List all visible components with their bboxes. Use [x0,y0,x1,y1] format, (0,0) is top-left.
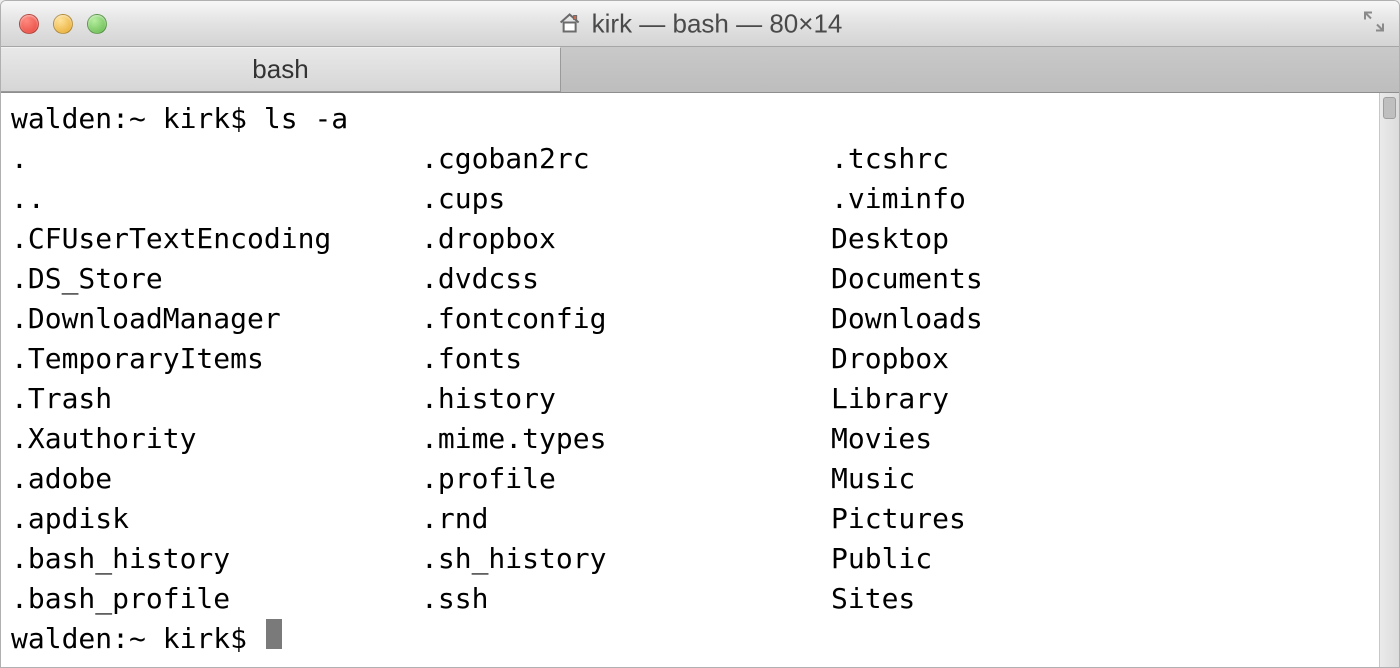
file-entry: .cups [421,179,831,219]
window-title: kirk — bash — 80×14 [558,8,843,39]
minimize-button[interactable] [53,14,73,34]
file-entry: .bash_profile [11,579,421,619]
file-entry: Desktop [831,219,949,259]
tab-bash[interactable]: bash [1,47,561,92]
file-entry: .history [421,379,831,419]
listing-row: .DS_Store.dvdcssDocuments [11,259,1371,299]
titlebar[interactable]: kirk — bash — 80×14 [1,1,1399,47]
scrollbar[interactable] [1379,93,1399,667]
tab-bar: bash [1,47,1399,93]
file-entry: .mime.types [421,419,831,459]
listing-row: ...cups.viminfo [11,179,1371,219]
file-entry: .fontconfig [421,299,831,339]
file-entry: .viminfo [831,179,966,219]
terminal-output[interactable]: walden:~ kirk$ ls -a..cgoban2rc.tcshrc..… [1,93,1379,667]
zoom-button[interactable] [87,14,107,34]
shell-prompt: walden:~ kirk$ [11,99,264,139]
scroll-thumb[interactable] [1383,97,1396,119]
file-entry: .rnd [421,499,831,539]
prompt-line: walden:~ kirk$ [11,619,1371,659]
content-area: walden:~ kirk$ ls -a..cgoban2rc.tcshrc..… [1,93,1399,667]
file-entry: Public [831,539,932,579]
file-entry: .DownloadManager [11,299,421,339]
file-entry: .. [11,179,421,219]
file-entry: Music [831,459,915,499]
listing-row: ..cgoban2rc.tcshrc [11,139,1371,179]
file-entry: .dvdcss [421,259,831,299]
close-button[interactable] [19,14,39,34]
file-entry: .sh_history [421,539,831,579]
file-entry: Downloads [831,299,983,339]
file-entry: .ssh [421,579,831,619]
terminal-window: kirk — bash — 80×14 bash walden:~ kirk$ … [0,0,1400,668]
fullscreen-icon[interactable] [1363,10,1385,37]
file-entry: . [11,139,421,179]
listing-row: .bash_profile.sshSites [11,579,1371,619]
file-entry: .fonts [421,339,831,379]
file-entry: .adobe [11,459,421,499]
file-entry: .TemporaryItems [11,339,421,379]
listing-row: .Trash.historyLibrary [11,379,1371,419]
listing-row: .apdisk.rndPictures [11,499,1371,539]
command-text: ls -a [264,99,348,139]
file-entry: .apdisk [11,499,421,539]
tab-label: bash [252,54,308,85]
file-entry: Dropbox [831,339,949,379]
file-entry: .bash_history [11,539,421,579]
window-title-text: kirk — bash — 80×14 [592,8,843,39]
cursor [266,619,282,649]
file-entry: Pictures [831,499,966,539]
listing-row: .TemporaryItems.fontsDropbox [11,339,1371,379]
file-entry: .tcshrc [831,139,949,179]
file-entry: .dropbox [421,219,831,259]
file-entry: Sites [831,579,915,619]
file-entry: .cgoban2rc [421,139,831,179]
file-entry: Library [831,379,949,419]
shell-prompt: walden:~ kirk$ [11,619,264,659]
listing-row: .adobe.profileMusic [11,459,1371,499]
file-entry: .profile [421,459,831,499]
window-controls [1,14,107,34]
file-entry: .CFUserTextEncoding [11,219,421,259]
home-icon [558,12,582,36]
listing-row: .CFUserTextEncoding.dropboxDesktop [11,219,1371,259]
file-entry: Movies [831,419,932,459]
prompt-line: walden:~ kirk$ ls -a [11,99,1371,139]
file-entry: .DS_Store [11,259,421,299]
listing-row: .bash_history.sh_historyPublic [11,539,1371,579]
file-entry: .Trash [11,379,421,419]
listing-row: .Xauthority.mime.typesMovies [11,419,1371,459]
listing-row: .DownloadManager.fontconfigDownloads [11,299,1371,339]
file-entry: .Xauthority [11,419,421,459]
file-entry: Documents [831,259,983,299]
